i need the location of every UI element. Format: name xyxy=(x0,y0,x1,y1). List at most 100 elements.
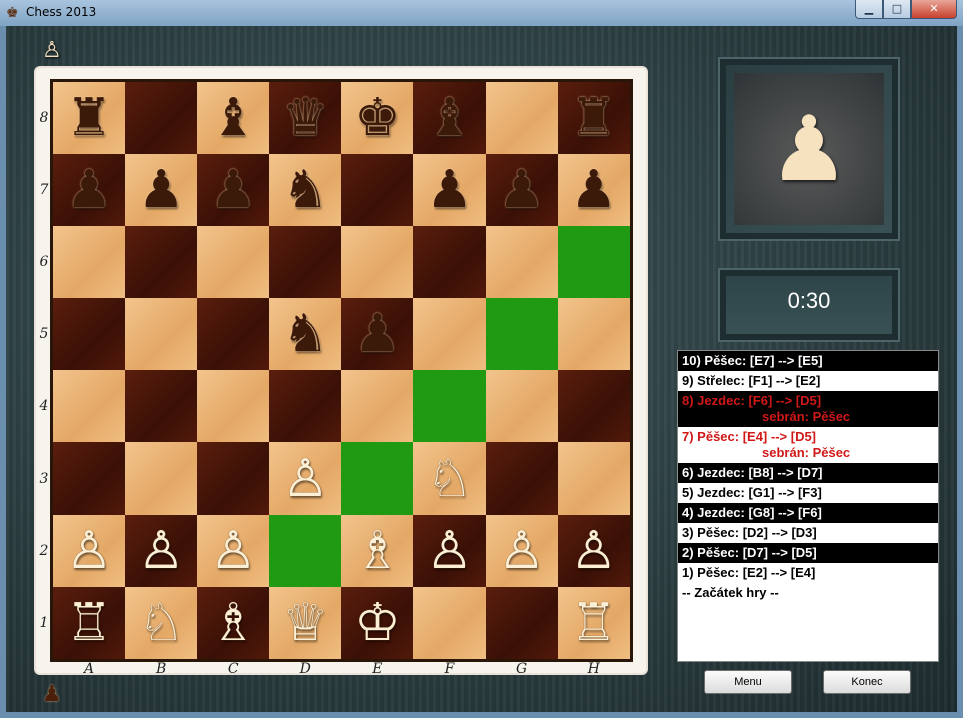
square-c4[interactable] xyxy=(197,370,270,443)
piece-f7[interactable]: ♟ xyxy=(426,164,473,216)
history-entry[interactable]: 5) Jezdec: [G1] --> [F3] xyxy=(678,483,938,503)
square-b7[interactable]: ♟ xyxy=(125,154,198,227)
piece-h1[interactable]: ♖ xyxy=(570,597,617,649)
piece-h2[interactable]: ♙ xyxy=(570,525,617,577)
piece-f3[interactable]: ♘ xyxy=(426,453,473,505)
square-g1[interactable] xyxy=(485,586,558,659)
square-e7[interactable] xyxy=(341,154,414,227)
square-h8[interactable]: ♜ xyxy=(557,82,630,155)
square-g5[interactable] xyxy=(485,298,558,371)
square-e8[interactable]: ♚ xyxy=(341,82,414,155)
history-entry[interactable]: 4) Jezdec: [G8] --> [F6] xyxy=(678,503,938,523)
square-b5[interactable] xyxy=(125,298,198,371)
piece-c8[interactable]: ♝ xyxy=(210,92,257,144)
piece-f2[interactable]: ♙ xyxy=(426,525,473,577)
piece-h8[interactable]: ♜ xyxy=(570,92,617,144)
piece-d5[interactable]: ♞ xyxy=(282,308,329,360)
square-b8[interactable] xyxy=(125,82,198,155)
square-f2[interactable]: ♙ xyxy=(413,514,486,587)
history-entry[interactable]: 2) Pěšec: [D7] --> [D5] xyxy=(678,543,938,563)
piece-g7[interactable]: ♟ xyxy=(498,164,545,216)
square-b4[interactable] xyxy=(125,370,198,443)
piece-b2[interactable]: ♙ xyxy=(138,525,185,577)
minimize-button[interactable]: ▁ xyxy=(855,0,883,19)
square-e3[interactable] xyxy=(341,442,414,515)
square-c7[interactable]: ♟ xyxy=(197,154,270,227)
square-f7[interactable]: ♟ xyxy=(413,154,486,227)
history-entry[interactable]: 10) Pěšec: [E7] --> [E5] xyxy=(678,351,938,371)
square-b6[interactable] xyxy=(125,226,198,299)
square-g8[interactable] xyxy=(485,82,558,155)
square-a7[interactable]: ♟ xyxy=(53,154,126,227)
square-e4[interactable] xyxy=(341,370,414,443)
square-g6[interactable] xyxy=(485,226,558,299)
square-d1[interactable]: ♕ xyxy=(269,586,342,659)
piece-b7[interactable]: ♟ xyxy=(138,164,185,216)
piece-d3[interactable]: ♙ xyxy=(282,453,329,505)
square-b3[interactable] xyxy=(125,442,198,515)
square-d4[interactable] xyxy=(269,370,342,443)
close-button[interactable]: ✕ xyxy=(911,0,957,19)
history-entry[interactable]: 1) Pěšec: [E2] --> [E4] xyxy=(678,563,938,583)
square-g3[interactable] xyxy=(485,442,558,515)
piece-a7[interactable]: ♟ xyxy=(66,164,113,216)
square-d3[interactable]: ♙ xyxy=(269,442,342,515)
square-a5[interactable] xyxy=(53,298,126,371)
end-button[interactable]: Konec xyxy=(823,670,911,694)
square-c1[interactable]: ♗ xyxy=(197,586,270,659)
square-e2[interactable]: ♗ xyxy=(341,514,414,587)
square-f4[interactable] xyxy=(413,370,486,443)
square-b1[interactable]: ♘ xyxy=(125,586,198,659)
square-h7[interactable]: ♟ xyxy=(557,154,630,227)
piece-d7[interactable]: ♞ xyxy=(282,164,329,216)
piece-f8[interactable]: ♝ xyxy=(426,92,473,144)
menu-button[interactable]: Menu xyxy=(704,670,792,694)
square-a8[interactable]: ♜ xyxy=(53,82,126,155)
piece-a8[interactable]: ♜ xyxy=(66,92,113,144)
square-c5[interactable] xyxy=(197,298,270,371)
square-e5[interactable]: ♟ xyxy=(341,298,414,371)
piece-c1[interactable]: ♗ xyxy=(210,597,257,649)
square-d2[interactable] xyxy=(269,514,342,587)
square-g7[interactable]: ♟ xyxy=(485,154,558,227)
square-a2[interactable]: ♙ xyxy=(53,514,126,587)
square-f1[interactable] xyxy=(413,586,486,659)
move-history-list[interactable]: 10) Pěšec: [E7] --> [E5] 9) Střelec: [F1]… xyxy=(677,350,939,662)
square-f5[interactable] xyxy=(413,298,486,371)
square-d8[interactable]: ♛ xyxy=(269,82,342,155)
square-f3[interactable]: ♘ xyxy=(413,442,486,515)
history-entry[interactable]: 3) Pěšec: [D2] --> [D3] xyxy=(678,523,938,543)
square-c2[interactable]: ♙ xyxy=(197,514,270,587)
maximize-button[interactable]: □ xyxy=(883,0,911,19)
history-entry[interactable]: 8) Jezdec: [F6] --> [D5] sebrán: Pěšec xyxy=(678,391,938,427)
square-a3[interactable] xyxy=(53,442,126,515)
square-b2[interactable]: ♙ xyxy=(125,514,198,587)
square-c6[interactable] xyxy=(197,226,270,299)
square-h5[interactable] xyxy=(557,298,630,371)
square-e6[interactable] xyxy=(341,226,414,299)
square-d5[interactable]: ♞ xyxy=(269,298,342,371)
square-f6[interactable] xyxy=(413,226,486,299)
piece-d1[interactable]: ♕ xyxy=(282,597,329,649)
square-g4[interactable] xyxy=(485,370,558,443)
piece-b1[interactable]: ♘ xyxy=(138,597,185,649)
piece-g2[interactable]: ♙ xyxy=(498,525,545,577)
square-e1[interactable]: ♔ xyxy=(341,586,414,659)
piece-c7[interactable]: ♟ xyxy=(210,164,257,216)
piece-a2[interactable]: ♙ xyxy=(66,525,113,577)
square-f8[interactable]: ♝ xyxy=(413,82,486,155)
square-h4[interactable] xyxy=(557,370,630,443)
square-a4[interactable] xyxy=(53,370,126,443)
history-entry[interactable]: 9) Střelec: [F1] --> [E2] xyxy=(678,371,938,391)
square-h2[interactable]: ♙ xyxy=(557,514,630,587)
piece-e2[interactable]: ♗ xyxy=(354,525,401,577)
history-entry[interactable]: 6) Jezdec: [B8] --> [D7] xyxy=(678,463,938,483)
piece-e5[interactable]: ♟ xyxy=(354,308,401,360)
piece-d8[interactable]: ♛ xyxy=(282,92,329,144)
square-a1[interactable]: ♖ xyxy=(53,586,126,659)
square-d6[interactable] xyxy=(269,226,342,299)
square-a6[interactable] xyxy=(53,226,126,299)
square-d7[interactable]: ♞ xyxy=(269,154,342,227)
square-c3[interactable] xyxy=(197,442,270,515)
square-h3[interactable] xyxy=(557,442,630,515)
